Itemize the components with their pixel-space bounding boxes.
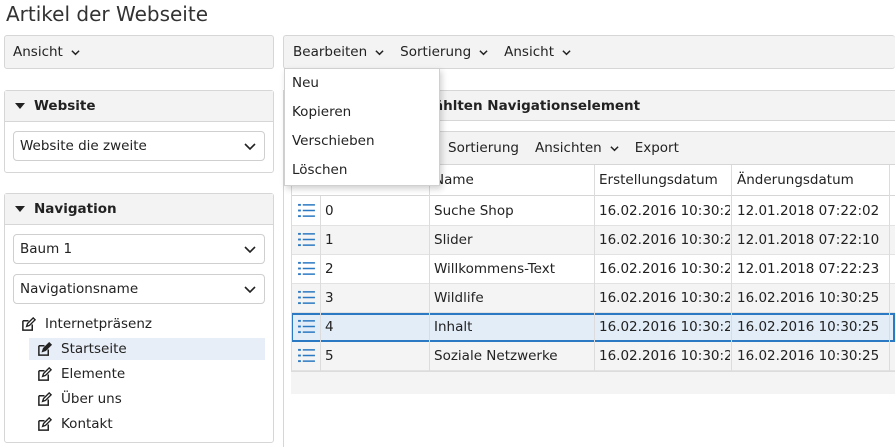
grid-footer-space — [291, 371, 895, 394]
tree-item-label: Internetpräsenz — [45, 316, 152, 332]
chevron-down-icon — [244, 286, 256, 294]
cell-name: Wildlife — [434, 290, 484, 306]
chevron-down-icon — [71, 49, 80, 55]
cell-modified: 16.02.2016 10:30:25 — [737, 319, 880, 335]
edit-icon — [38, 416, 52, 431]
edit-menu-label: Bearbeiten — [293, 44, 368, 60]
left-view-label: Ansicht — [13, 44, 63, 60]
content-panel-title: ählten Navigationselement — [434, 98, 641, 114]
content-views-label: Ansichten — [534, 140, 602, 156]
content-sort-button[interactable]: Sortierung — [440, 132, 527, 164]
list-icon[interactable] — [298, 232, 315, 249]
tree-item-label: Startseite — [61, 341, 127, 357]
cell-created: 16.02.2016 10:30:25 — [599, 232, 730, 248]
chevron-down-icon — [479, 49, 488, 55]
website-select[interactable]: Website die zweite — [13, 131, 265, 161]
list-icon[interactable] — [298, 290, 315, 307]
cell-created: 16.02.2016 10:30:25 — [599, 203, 730, 219]
content-sort-label: Sortierung — [448, 140, 519, 156]
collapse-triangle-icon — [15, 206, 25, 212]
tree-item-label: Kontakt — [61, 416, 113, 432]
view-menu-button[interactable]: Ansicht — [496, 36, 579, 68]
edit-icon — [38, 391, 52, 406]
grid-left-border — [291, 165, 292, 371]
chevron-down-icon — [610, 145, 619, 151]
chevron-down-icon — [244, 143, 256, 151]
menu-item-move[interactable]: Verschieben — [285, 127, 439, 156]
website-panel-title: Website — [34, 98, 96, 114]
tree-select[interactable]: Baum 1 — [13, 234, 265, 264]
list-icon[interactable] — [298, 348, 315, 365]
list-icon[interactable] — [298, 261, 315, 278]
column-divider — [429, 165, 430, 371]
cell-name: Inhalt — [434, 319, 473, 335]
tree-item-root[interactable]: Internetpräsenz — [21, 313, 152, 335]
cell-name: Willkommens-Text — [434, 261, 556, 277]
left-view-menu-button[interactable]: Ansicht — [5, 36, 88, 68]
cell-position: 5 — [325, 348, 334, 364]
column-divider — [320, 196, 321, 371]
cell-modified: 16.02.2016 10:30:25 — [737, 290, 880, 306]
cell-position: 4 — [325, 319, 334, 335]
tree-item-startseite[interactable]: Startseite — [29, 338, 265, 360]
cell-position: 3 — [325, 290, 334, 306]
cell-modified: 12.01.2018 07:22:10 — [737, 232, 880, 248]
content-export-label: Export — [634, 140, 679, 156]
sort-menu-button[interactable]: Sortierung — [392, 36, 496, 68]
navigation-panel-title: Navigation — [34, 201, 117, 217]
tree-item-kontakt[interactable]: Kontakt — [37, 413, 113, 435]
column-divider — [889, 165, 890, 371]
list-icon[interactable] — [298, 203, 315, 220]
page-title: Artikel der Webseite — [6, 2, 209, 26]
tree-item-ueber-uns[interactable]: Über uns — [37, 388, 122, 410]
cell-position: 0 — [325, 203, 334, 219]
menu-item-delete[interactable]: Löschen — [285, 156, 439, 185]
column-divider — [731, 165, 732, 371]
tree-select-value: Baum 1 — [20, 241, 73, 257]
menu-item-copy[interactable]: Kopieren — [285, 98, 439, 127]
collapse-triangle-icon — [15, 103, 25, 109]
list-icon[interactable] — [298, 319, 315, 336]
cell-created: 16.02.2016 10:30:25 — [599, 319, 730, 335]
website-panel-header[interactable]: Website — [5, 91, 273, 122]
edit-icon — [38, 366, 52, 381]
cell-modified: 16.02.2016 10:30:25 — [737, 348, 880, 364]
cell-created: 16.02.2016 10:30:25 — [599, 290, 730, 306]
navigation-name-select-value: Navigationsname — [20, 281, 139, 297]
content-views-button[interactable]: Ansichten — [527, 132, 627, 164]
content-export-button[interactable]: Export — [627, 132, 687, 164]
edit-menu-button[interactable]: Bearbeiten — [284, 36, 392, 68]
tree-item-elemente[interactable]: Elemente — [37, 363, 125, 385]
cell-name: Soziale Netzwerke — [434, 348, 558, 364]
tree-item-label: Elemente — [61, 366, 126, 382]
edit-icon — [38, 341, 52, 356]
column-header-modified[interactable]: Änderungsdatum — [737, 166, 854, 195]
cell-created: 16.02.2016 10:30:25 — [599, 348, 730, 364]
chevron-down-icon — [244, 246, 256, 254]
navigation-panel-header[interactable]: Navigation — [5, 194, 273, 225]
main-toolbar: Bearbeiten Sortierung Ansicht — [283, 35, 895, 69]
edit-icon — [22, 316, 36, 331]
column-header-created[interactable]: Erstellungsdatum — [599, 166, 718, 195]
navigation-name-select[interactable]: Navigationsname — [13, 274, 265, 304]
cell-name: Suche Shop — [434, 203, 514, 219]
cell-modified: 12.01.2018 07:22:02 — [737, 203, 880, 219]
cell-modified: 12.01.2018 07:22:23 — [737, 261, 880, 277]
chevron-down-icon — [375, 49, 384, 55]
sort-menu-label: Sortierung — [400, 44, 472, 60]
cell-position: 1 — [325, 232, 334, 248]
tree-item-label: Über uns — [61, 391, 122, 407]
cell-name: Slider — [434, 232, 473, 248]
cell-created: 16.02.2016 10:30:25 — [599, 261, 730, 277]
website-select-value: Website die zweite — [20, 138, 147, 154]
menu-item-new[interactable]: Neu — [285, 69, 439, 98]
left-toolbar: Ansicht — [4, 35, 274, 69]
edit-dropdown-menu: Neu Kopieren Verschieben Löschen — [284, 68, 440, 186]
column-divider — [594, 165, 595, 371]
cell-position: 2 — [325, 261, 334, 277]
view-menu-label: Ansicht — [504, 44, 554, 60]
chevron-down-icon — [562, 49, 571, 55]
